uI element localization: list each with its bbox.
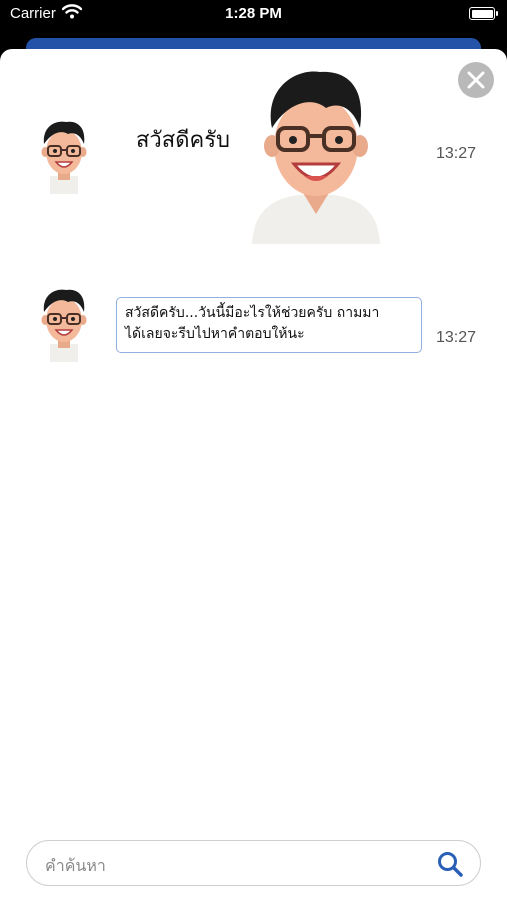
message-time: 13:27 bbox=[436, 329, 477, 346]
status-bar: Carrier 1:28 PM bbox=[0, 0, 507, 30]
message-text-line: สวัสดีครับ...วันนี้มีอะไรให้ช่วยครับ ถาม… bbox=[125, 305, 380, 321]
close-button[interactable] bbox=[458, 62, 494, 98]
status-time: 1:28 PM bbox=[225, 5, 282, 22]
bot-sticker-icon bbox=[252, 71, 380, 244]
message-text: สวัสดีครับ bbox=[136, 128, 230, 153]
message-bubble: สวัสดีครับ...วันนี้มีอะไรให้ช่วยครับ ถาม… bbox=[116, 297, 422, 353]
search-bar bbox=[26, 840, 481, 886]
bot-avatar-icon bbox=[41, 121, 87, 194]
message-time: 13:27 bbox=[436, 145, 477, 162]
search-input[interactable] bbox=[43, 851, 417, 879]
bot-avatar-icon bbox=[41, 289, 87, 362]
close-icon bbox=[467, 71, 485, 89]
message-text-line: ได้เลยจะรีบไปหาคำตอบให้นะ bbox=[125, 326, 305, 342]
battery-icon bbox=[469, 7, 498, 20]
search-icon[interactable] bbox=[436, 850, 464, 878]
